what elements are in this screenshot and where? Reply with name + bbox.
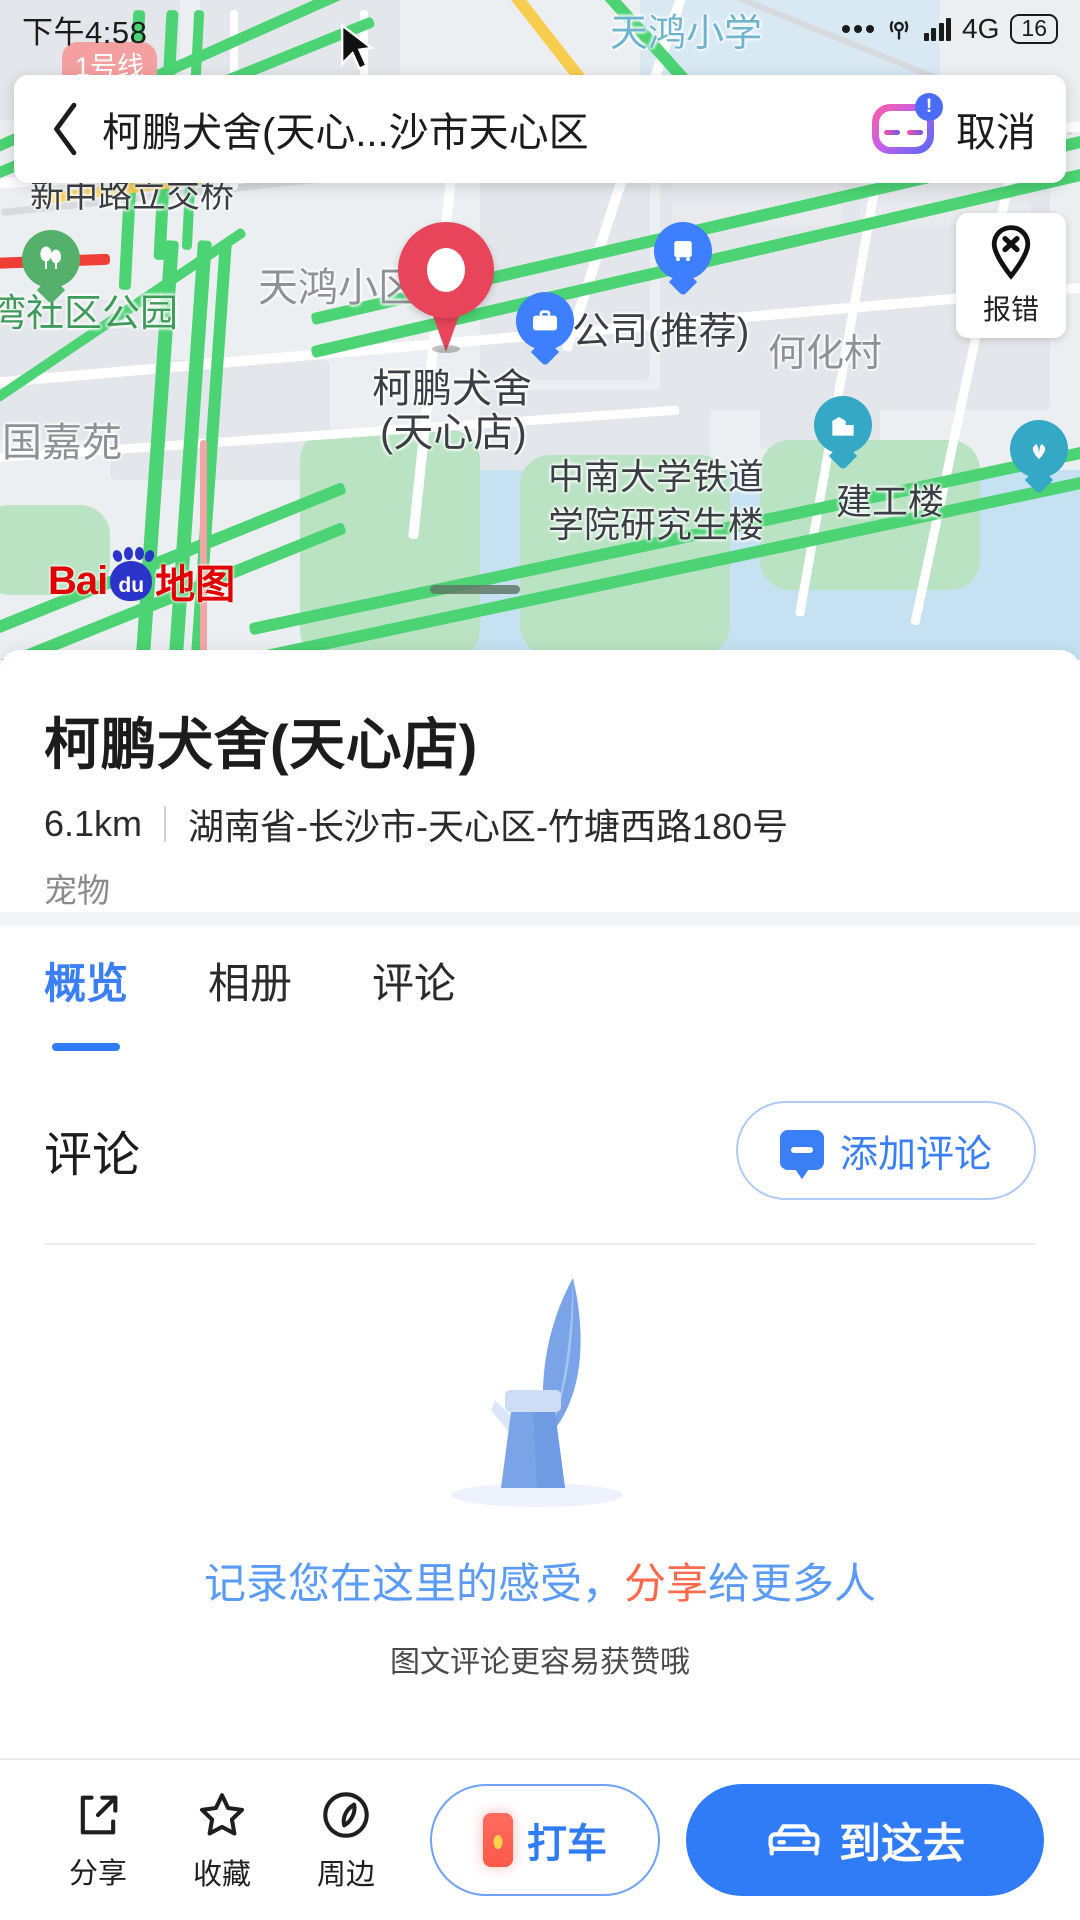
nearby-action[interactable]: 周边 xyxy=(284,1788,408,1893)
ai-eye-left xyxy=(883,129,900,135)
meta-divider xyxy=(164,806,167,842)
taxi-icon xyxy=(483,1813,513,1867)
park-poi-marker[interactable] xyxy=(22,230,80,288)
ai-notification-badge: ! xyxy=(915,93,943,121)
empty-reviews-message: 记录您在这里的感受，分享给更多人 xyxy=(0,1550,1080,1611)
nearby-label: 周边 xyxy=(316,1858,375,1891)
building-icon xyxy=(814,396,872,454)
logo-du-text: du xyxy=(118,574,145,597)
battery-indicator: 16 xyxy=(1010,14,1058,44)
marker-dot xyxy=(427,248,465,292)
star-icon xyxy=(199,1792,245,1835)
map-label: 国嘉苑 xyxy=(2,421,122,465)
leaf-poi-marker[interactable] xyxy=(1010,420,1068,478)
taxi-label: 打车 xyxy=(527,1822,607,1866)
map-label: 学院研究生楼 xyxy=(548,504,765,545)
share-action[interactable]: 分享 xyxy=(36,1789,160,1892)
map-label: 湾社区公园 xyxy=(0,293,179,335)
trees-icon xyxy=(22,230,80,288)
section-divider xyxy=(44,1243,1036,1245)
place-meta: 6.1km 湖南省-长沙市-天心区-竹塘西路180号 xyxy=(44,798,788,850)
marker-shadow xyxy=(432,345,460,353)
empty-message-highlight: 分享 xyxy=(623,1560,708,1607)
app-root: 天鸿小学 新中路立交桥 天鸿小区 湾社区公园 国嘉苑 何化村 公司(推荐) 中南… xyxy=(0,0,1080,1920)
bus-icon xyxy=(654,222,712,280)
search-bar[interactable]: 柯鹏犬舍(天心...沙市天心区 ! 取消 xyxy=(14,75,1066,183)
empty-message-part2: 给更多人 xyxy=(708,1560,877,1607)
map-label-company: 公司(推荐) xyxy=(572,311,750,353)
empty-message-part1: 记录您在这里的感受， xyxy=(203,1560,624,1607)
car-icon xyxy=(768,1824,820,1856)
leaf-icon xyxy=(1010,420,1068,478)
share-label: 分享 xyxy=(68,1857,127,1890)
logo-bai-text: Bai xyxy=(48,558,108,603)
location-service-icon xyxy=(889,20,908,40)
baidu-paw-icon: du xyxy=(110,547,157,601)
distance-label: 6.1km xyxy=(44,803,143,844)
signal-bars-icon xyxy=(923,17,952,41)
share-icon xyxy=(80,1795,118,1834)
add-review-label: 添加评论 xyxy=(839,1133,992,1176)
report-error-label: 报错 xyxy=(982,293,1039,325)
status-bar: 下午4:58 4G 16 xyxy=(0,0,1080,58)
cancel-button[interactable]: 取消 xyxy=(956,100,1036,158)
building-poi-marker[interactable] xyxy=(814,396,872,454)
map-scale-bar xyxy=(430,585,520,594)
map-label: 天鸿小区 xyxy=(258,266,418,310)
favorite-action[interactable]: 收藏 xyxy=(160,1788,284,1893)
report-error-button[interactable]: 报错 xyxy=(956,213,1066,338)
selected-place-marker[interactable] xyxy=(398,222,494,354)
search-input[interactable]: 柯鹏犬舍(天心...沙市天心区 xyxy=(102,100,860,158)
briefcase-icon xyxy=(516,292,574,350)
map-label: 建工楼 xyxy=(836,481,945,522)
baidu-map-logo: Bai du 地图 xyxy=(48,547,236,610)
bus-poi-marker[interactable] xyxy=(654,222,712,280)
tab-overview[interactable]: 概览 xyxy=(44,950,128,1033)
tab-album[interactable]: 相册 xyxy=(208,950,292,1033)
review-section-title: 评论 xyxy=(44,1129,141,1182)
place-detail-sheet: 柯鹏犬舍(天心店) 6.1km 湖南省-长沙市-天心区-竹塘西路180号 宠物 … xyxy=(0,650,1080,1920)
bottom-action-bar: 分享 收藏 周边 打车 到这去 xyxy=(0,1758,1080,1920)
empty-reviews-state: 记录您在这里的感受，分享给更多人 图文评论更容易获赞哦 xyxy=(0,1270,1080,1681)
chevron-left-icon xyxy=(54,102,77,156)
pin-error-icon xyxy=(991,224,1031,280)
logo-suffix-text: 地图 xyxy=(155,563,236,607)
tab-separator xyxy=(0,912,1080,926)
taxi-button[interactable]: 打车 xyxy=(430,1784,660,1896)
selected-place-label-line2: (天心店) xyxy=(380,411,527,455)
navigate-button[interactable]: 到这去 xyxy=(686,1784,1044,1896)
network-type-label: 4G xyxy=(962,13,1000,44)
status-icons: 4G 16 xyxy=(841,13,1058,45)
tab-reviews[interactable]: 评论 xyxy=(372,950,456,1033)
add-review-button[interactable]: 添加评论 xyxy=(735,1100,1036,1200)
ai-eye-right xyxy=(906,129,923,135)
status-time: 下午4:58 xyxy=(22,14,148,50)
map-label: 何化村 xyxy=(768,333,883,375)
back-button[interactable] xyxy=(44,102,88,156)
compass-icon xyxy=(323,1791,369,1838)
address-label: 湖南省-长沙市-天心区-竹塘西路180号 xyxy=(188,806,789,847)
navigate-label: 到这去 xyxy=(838,1819,965,1867)
category-label: 宠物 xyxy=(44,872,110,909)
page-title: 柯鹏犬舍(天心店) xyxy=(44,713,478,776)
empty-reviews-subtext: 图文评论更容易获赞哦 xyxy=(390,1646,690,1679)
review-section-header: 评论 添加评论 xyxy=(0,1080,1080,1220)
comment-bubble-icon xyxy=(779,1130,824,1170)
quill-pen-inkwell-icon xyxy=(425,1270,655,1510)
favorite-label: 收藏 xyxy=(192,1858,251,1891)
detail-tabs: 概览 相册 评论 xyxy=(0,950,1080,1068)
map-label: 中南大学铁道 xyxy=(548,456,765,497)
ai-assistant-icon[interactable]: ! xyxy=(872,93,943,154)
company-poi-marker[interactable] xyxy=(516,292,574,350)
more-dots-icon xyxy=(841,25,874,33)
